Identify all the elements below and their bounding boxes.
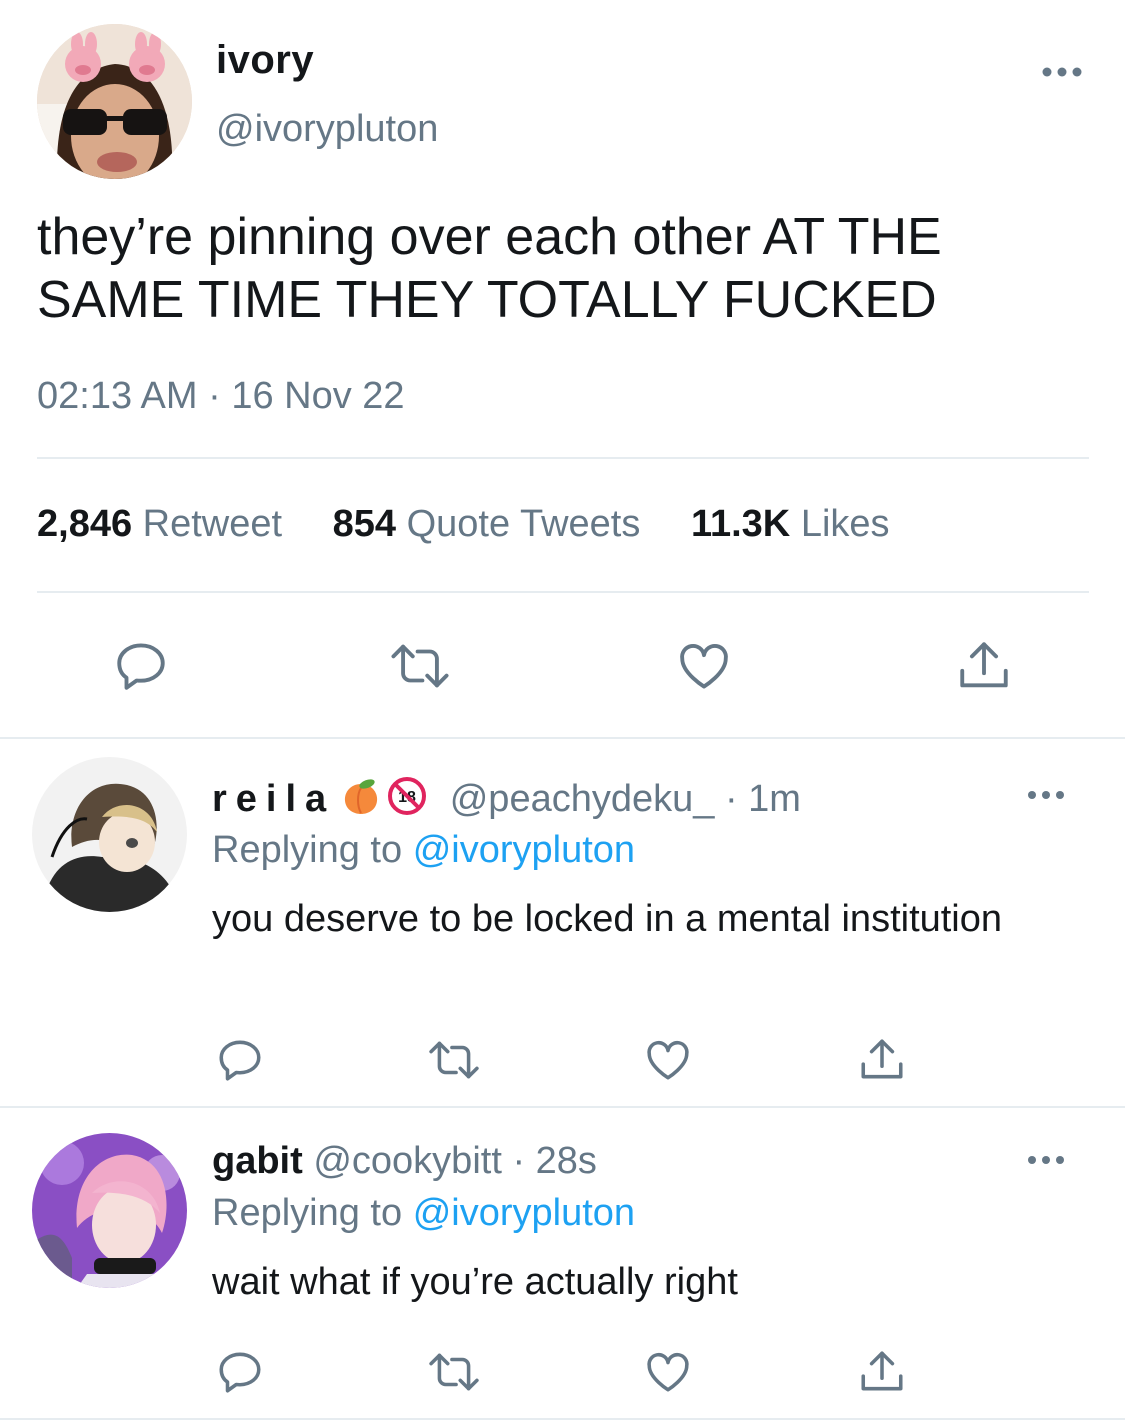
replying-to: Replying to @ivorypluton: [212, 829, 635, 872]
reply-avatar[interactable]: [32, 757, 187, 912]
reply-time[interactable]: · 1m: [725, 778, 801, 820]
divider: [37, 591, 1089, 593]
share-icon[interactable]: [850, 1028, 914, 1092]
retweet-icon[interactable]: [422, 1340, 486, 1404]
quote-count[interactable]: 854: [333, 503, 396, 545]
replying-prefix: Replying to: [212, 1192, 403, 1234]
peach-emoji: [341, 776, 381, 826]
like-icon[interactable]: [672, 634, 736, 698]
author-handle[interactable]: @ivorypluton: [216, 108, 438, 151]
like-icon[interactable]: [636, 1340, 700, 1404]
like-label[interactable]: Likes: [801, 503, 890, 545]
reply-display-name[interactable]: gabit: [212, 1140, 303, 1182]
reply-header: reila 18 @peachydeku_ · 1m: [212, 776, 801, 826]
reply-handle[interactable]: @cookybitt: [313, 1140, 502, 1182]
reply-header: gabit @cookybitt · 28s: [212, 1140, 597, 1183]
like-count[interactable]: 11.3K: [691, 503, 790, 545]
retweet-label[interactable]: Retweet: [143, 503, 282, 545]
author-avatar[interactable]: [37, 24, 192, 179]
like-icon[interactable]: [636, 1028, 700, 1092]
divider: [37, 457, 1089, 459]
reply-icon[interactable]: [208, 1028, 272, 1092]
replying-mention[interactable]: @ivorypluton: [413, 829, 635, 871]
replying-mention[interactable]: @ivorypluton: [413, 1192, 635, 1234]
more-icon[interactable]: [1040, 60, 1084, 84]
reply-text: wait what if you’re actually right: [212, 1261, 738, 1303]
reply-display-name[interactable]: reila: [212, 778, 335, 820]
tweet-text: they’re pinning over each other AT THE S…: [37, 208, 942, 329]
retweet-count[interactable]: 2,846: [37, 503, 132, 545]
more-icon[interactable]: [1026, 785, 1066, 805]
replying-to: Replying to @ivorypluton: [212, 1192, 635, 1235]
tweet-stats: 2,846 Retweet 854 Quote Tweets 11.3K Lik…: [37, 503, 930, 546]
retweet-icon[interactable]: [422, 1028, 486, 1092]
share-icon[interactable]: [850, 1340, 914, 1404]
reply-icon[interactable]: [208, 1340, 272, 1404]
reply-avatar[interactable]: [32, 1133, 187, 1288]
tweet-timestamp[interactable]: 02:13 AM · 16 Nov 22: [37, 375, 405, 418]
reply-time[interactable]: · 28s: [512, 1140, 596, 1182]
divider: [0, 737, 1125, 739]
share-icon[interactable]: [952, 634, 1016, 698]
author-display-name[interactable]: ivory: [216, 38, 314, 83]
more-icon[interactable]: [1026, 1150, 1066, 1170]
reply-handle[interactable]: @peachydeku_: [450, 778, 715, 820]
retweet-icon[interactable]: [388, 634, 452, 698]
quote-label[interactable]: Quote Tweets: [407, 503, 641, 545]
reply-icon[interactable]: [109, 634, 173, 698]
reply-text: you deserve to be locked in a mental ins…: [212, 898, 1003, 940]
replying-prefix: Replying to: [212, 829, 403, 871]
divider: [0, 1418, 1125, 1420]
divider: [0, 1106, 1125, 1108]
no-one-under-eighteen-emoji: 18: [387, 776, 427, 826]
